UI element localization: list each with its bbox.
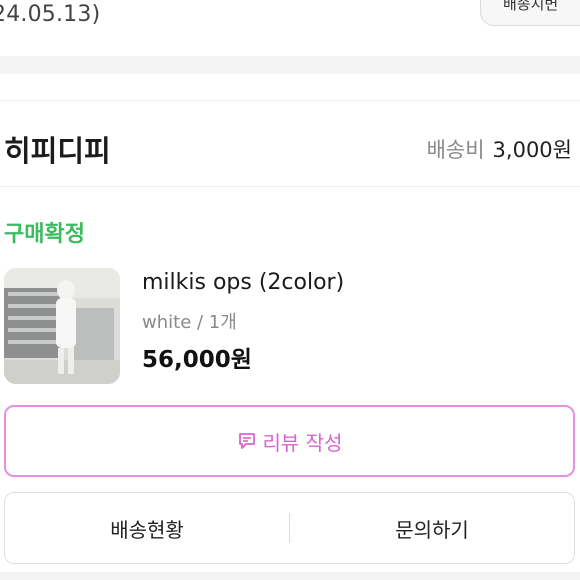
section-separator: [0, 572, 580, 580]
shipping-fee-info: 배송비 3,000원: [427, 134, 572, 164]
product-option: white / 1개: [142, 312, 237, 333]
write-review-button[interactable]: 리뷰 작성: [4, 405, 575, 477]
seller-name[interactable]: 히피디피: [4, 128, 111, 170]
corner-button[interactable]: 배송지변: [480, 0, 580, 26]
comment-icon: [238, 433, 255, 449]
order-actions: 배송현황 문의하기: [4, 492, 575, 564]
order-status: 구매확정: [4, 222, 85, 247]
product-thumbnail[interactable]: [4, 268, 120, 384]
product-name[interactable]: milkis ops (2color): [142, 270, 344, 295]
delivery-status-button[interactable]: 배송현황: [5, 514, 289, 543]
order-date: 24.05.13): [0, 2, 101, 27]
write-review-label: 리뷰 작성: [262, 430, 343, 455]
divider: [0, 186, 580, 187]
section-separator: [0, 56, 580, 74]
inquiry-button[interactable]: 문의하기: [290, 514, 574, 543]
product-price: 56,000원: [142, 347, 252, 373]
shipping-label: 배송비: [426, 138, 485, 162]
order-date-row: 24.05.13) 배송지변: [0, 0, 580, 56]
shipping-fee: 3,000원: [492, 138, 572, 162]
product-photo-icon: [4, 268, 120, 384]
divider: [0, 100, 580, 101]
